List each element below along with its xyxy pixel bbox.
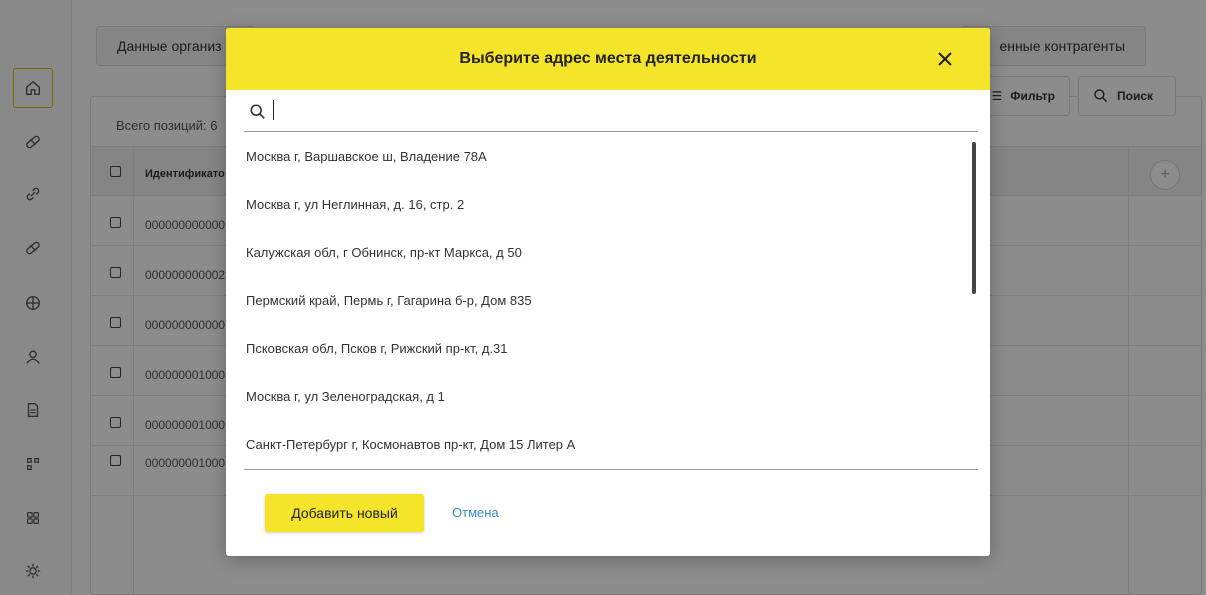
address-select-dialog: Выберите адрес места деятельности Москва…	[226, 28, 990, 556]
address-search	[244, 92, 978, 132]
close-icon	[938, 52, 952, 66]
address-option[interactable]: Москва г, Варшавское ш, Владение 78А	[246, 142, 487, 172]
text-cursor	[273, 100, 274, 120]
list-scrollbar[interactable]	[972, 142, 976, 294]
address-option[interactable]: Калужская обл, г Обнинск, пр-кт Маркса, …	[246, 238, 522, 268]
close-button[interactable]	[933, 47, 957, 71]
address-option[interactable]: Москва г, ул Зеленоградская, д 1	[246, 382, 445, 412]
address-option[interactable]: Пермский край, Пермь г, Гагарина б-р, До…	[246, 286, 532, 316]
search-icon	[250, 104, 265, 119]
address-option[interactable]: Москва г, ул Неглинная, д. 16, стр. 2	[246, 190, 464, 220]
add-new-button[interactable]: Добавить новый	[265, 494, 424, 532]
dialog-header: Выберите адрес места деятельности	[226, 28, 990, 90]
address-list: Москва г, Варшавское ш, Владение 78А Мос…	[226, 140, 990, 470]
address-search-input[interactable]	[274, 98, 964, 126]
dialog-title: Выберите адрес места деятельности	[459, 50, 757, 67]
cancel-button[interactable]: Отмена	[452, 494, 499, 532]
address-option[interactable]: Санкт-Петербург г, Космонавтов пр-кт, До…	[246, 430, 575, 460]
list-divider	[244, 469, 978, 470]
address-option[interactable]: Псковская обл, Псков г, Рижский пр-кт, д…	[246, 334, 508, 364]
